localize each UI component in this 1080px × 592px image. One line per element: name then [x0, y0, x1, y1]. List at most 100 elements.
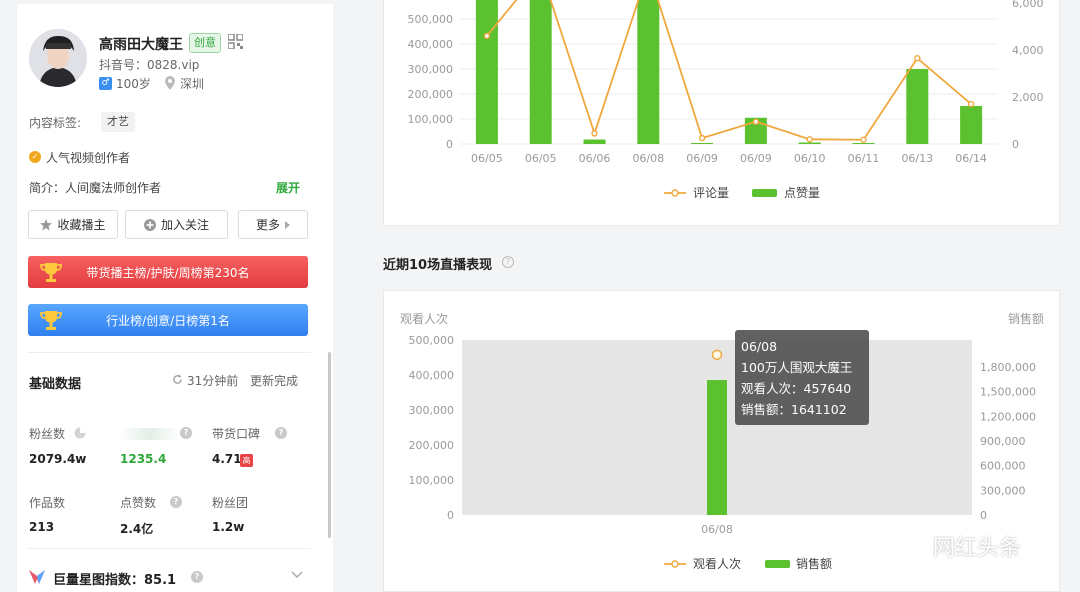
y-tick-left: 0	[446, 138, 453, 151]
y-tick-right: 0	[980, 509, 987, 522]
city: 深圳	[180, 77, 205, 91]
follow-button[interactable]: 加入关注	[125, 210, 228, 239]
chevron-right-icon	[285, 220, 290, 229]
help-icon[interactable]: ?	[275, 427, 287, 439]
y-tick-left: 500,000	[408, 13, 454, 26]
x-tick-label: 06/11	[848, 152, 880, 165]
legend-views-marker	[671, 560, 679, 568]
fan-group-label: 粉丝团	[212, 496, 249, 510]
rank-industry-text: 行业榜/创意/日榜第1名	[106, 313, 230, 328]
qr-code-icon[interactable]	[228, 34, 243, 49]
comments-point	[698, 134, 706, 142]
works-value: 213	[29, 520, 55, 534]
likes-value: 2.4亿	[120, 522, 154, 536]
likes-bar	[691, 143, 714, 144]
update-time: 31分钟前	[187, 374, 239, 388]
divider	[28, 352, 311, 353]
x-tick-label: 06/08	[701, 523, 733, 536]
y-tick-left: 100,000	[408, 113, 454, 126]
scrollbar[interactable]	[328, 352, 331, 538]
y-tick-left: 300,000	[408, 63, 454, 76]
y-tick-left: 400,000	[408, 38, 454, 51]
rank-banner-ecommerce[interactable]: 带货播主榜/护肤/周榜第230名	[28, 256, 308, 288]
tooltip-title: 100万人围观大魔王	[741, 360, 853, 375]
legend-likes-swatch	[752, 189, 777, 197]
fans-label: 粉丝数	[29, 427, 66, 441]
help-icon[interactable]: ?	[180, 427, 192, 439]
location-icon	[165, 76, 175, 90]
sales-bar	[707, 380, 727, 515]
age: 100岁	[116, 77, 151, 91]
trophy-icon	[40, 263, 62, 282]
y-tick-right: 1,200,000	[980, 410, 1036, 423]
watermark-text: 网红头条	[933, 536, 1022, 561]
creator-name: 高雨田大魔王	[99, 37, 183, 53]
x-tick-label: 06/13	[901, 152, 933, 165]
more-label: 更多	[255, 218, 280, 232]
comments-point	[591, 130, 598, 137]
likes-bar	[583, 139, 606, 144]
male-icon: ♂	[99, 77, 112, 90]
likes-bar	[637, 0, 660, 144]
y-tick-left: 400,000	[409, 369, 455, 382]
basic-data-title: 基础数据	[29, 377, 82, 392]
expand-bio-link[interactable]: 展开	[276, 179, 300, 196]
content-tag-label: 内容标签:	[29, 116, 82, 130]
content-tag[interactable]: 才艺	[101, 112, 135, 132]
engagement-chart: 0 100,000 200,000 300,000 400,000 500,000 0 2,0…	[408, 0, 1044, 200]
star-index: 巨量星图指数：85.1	[53, 573, 177, 588]
comments-point	[967, 100, 975, 108]
likes-bar	[960, 106, 983, 144]
y-tick-left: 100,000	[409, 474, 455, 487]
reputation-value: 4.71	[212, 452, 242, 466]
x-tick-label: 06/08	[632, 152, 664, 165]
more-button[interactable]: 更多	[238, 210, 308, 239]
y-tick-right: 1,500,000	[980, 386, 1036, 399]
refresh-icon[interactable]	[172, 374, 183, 385]
y-tick-left: 0	[447, 509, 454, 522]
rank-banner-industry[interactable]: 行业榜/创意/日榜第1名	[28, 304, 308, 336]
verified-check-icon: ✓	[29, 151, 41, 163]
star-icon	[40, 218, 53, 230]
bio: 简介：人间魔法师创作者	[29, 181, 162, 195]
help-icon[interactable]: ?	[170, 496, 182, 508]
chart-tooltip: 06/08 100万人围观大魔王 观看人次：457640 销售额：1641102	[735, 330, 869, 425]
follow-label: 加入关注	[160, 218, 209, 232]
y-tick-right: 2,000	[1012, 91, 1044, 104]
likes-bar	[529, 0, 552, 144]
y-tick-left: 500,000	[409, 334, 455, 347]
trophy-icon	[40, 311, 62, 330]
x-tick-label: 06/09	[686, 152, 718, 165]
divider	[28, 548, 311, 549]
x-tick-label: 06/06	[579, 152, 611, 165]
x-tick-label: 06/05	[471, 152, 503, 165]
help-icon[interactable]: ?	[502, 256, 514, 268]
x-tick-label: 06/10	[794, 152, 826, 165]
update-status: 更新完成	[250, 374, 299, 388]
comments-point	[860, 136, 867, 143]
douyin-id: 抖音号：0828.vip	[99, 58, 200, 72]
watermark: 网红头条	[893, 530, 1021, 562]
plus-circle-icon	[143, 218, 156, 231]
y-axis-right-title: 销售额	[1008, 311, 1044, 326]
wechat-icon	[893, 533, 927, 558]
legend-sales-label: 销售额	[796, 556, 832, 571]
pie-clock-icon	[74, 427, 86, 439]
x-tick-label: 06/05	[525, 152, 557, 165]
avatar[interactable]	[29, 29, 87, 87]
blurred-label	[120, 428, 180, 440]
chevron-down-icon[interactable]	[291, 570, 303, 580]
favorite-button[interactable]: 收藏播主	[28, 210, 118, 239]
views-point	[711, 349, 723, 361]
legend-comments-marker	[671, 189, 679, 197]
reputation-level-badge: 高	[240, 454, 253, 467]
y-tick-left: 300,000	[409, 404, 455, 417]
y-tick-right: 900,000	[980, 435, 1026, 448]
y-tick-right: 300,000	[980, 484, 1026, 497]
legend-likes-label: 点赞量	[784, 186, 820, 200]
tooltip-date: 06/08	[741, 339, 778, 354]
y-axis-left-title: 观看人次	[400, 312, 448, 326]
reputation-label: 带货口碑	[212, 427, 261, 441]
help-icon[interactable]: ?	[191, 571, 203, 583]
works-label: 作品数	[29, 496, 66, 510]
